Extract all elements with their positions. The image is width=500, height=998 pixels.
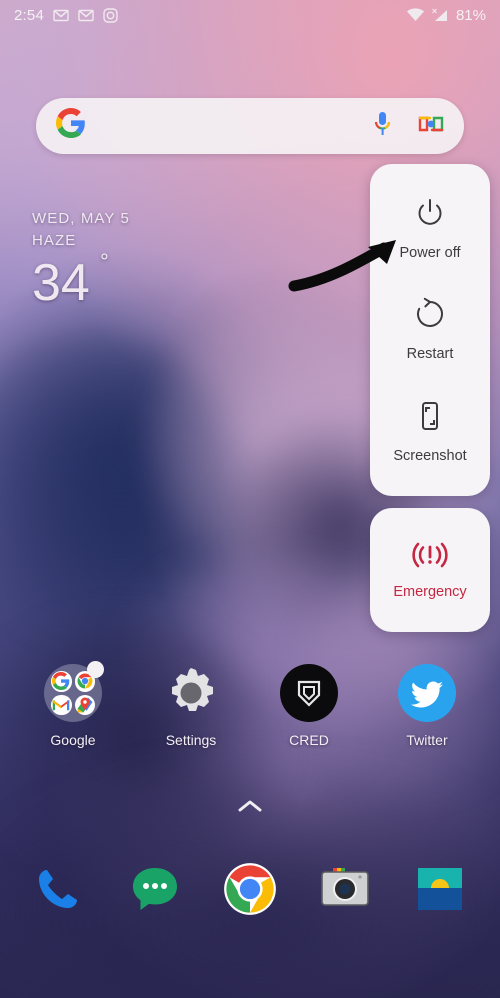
google-g-mini-icon: [51, 671, 72, 692]
restart-button[interactable]: Restart: [370, 297, 490, 362]
gmail-mini-icon: [51, 694, 72, 715]
google-search-bar[interactable]: [36, 98, 464, 154]
messages-icon[interactable]: [124, 858, 186, 920]
gmail-icon: [53, 9, 69, 22]
status-bar[interactable]: 2:54 81%: [0, 0, 500, 30]
app-label: Google: [50, 732, 96, 748]
dock: [0, 858, 500, 920]
settings-gear-icon[interactable]: [162, 664, 220, 722]
status-bar-clock: 2:54: [14, 6, 44, 24]
emergency-panel[interactable]: Emergency: [370, 508, 490, 632]
chrome-icon[interactable]: [219, 858, 281, 920]
android-home-screen: 2:54 81% WED, MAY 5 HAZE 34 ° Power off …: [0, 0, 500, 998]
chevron-up-icon[interactable]: [236, 800, 264, 818]
power-off-label: Power off: [399, 245, 461, 262]
camera-icon[interactable]: [314, 858, 376, 920]
screenshot-button[interactable]: Screenshot: [370, 399, 490, 464]
emergency-button[interactable]: Emergency: [370, 541, 490, 600]
weather-temperature: 34: [32, 254, 90, 312]
emergency-label: Emergency: [393, 583, 467, 600]
app-settings[interactable]: Settings: [143, 664, 239, 748]
battery-percentage: 81%: [455, 6, 486, 24]
app-drawer-handle[interactable]: [236, 798, 264, 819]
weather-widget[interactable]: WED, MAY 5 HAZE 34 °: [32, 210, 130, 309]
restart-label: Restart: [406, 346, 454, 363]
maps-mini-icon: [74, 694, 95, 715]
gallery-icon[interactable]: [409, 858, 471, 920]
app-cred[interactable]: CRED: [261, 664, 357, 748]
twitter-bird-icon[interactable]: [398, 664, 456, 722]
cellular-signal-off-icon: [431, 8, 450, 23]
power-menu-panel: Power off Restart Screenshot: [370, 164, 490, 496]
google-g-logo: [56, 108, 86, 144]
phone-icon[interactable]: [29, 858, 91, 920]
wifi-icon: [406, 8, 425, 22]
power-icon: [413, 196, 447, 235]
pointer-arrow-icon: [288, 234, 408, 296]
app-google-folder[interactable]: Google: [25, 661, 121, 748]
app-label: CRED: [289, 732, 329, 748]
app-label: Twitter: [406, 732, 448, 748]
restart-icon: [413, 297, 447, 336]
weather-date: WED, MAY 5: [32, 210, 130, 227]
emergency-broadcast-icon: [410, 541, 450, 574]
screenshot-icon: [413, 399, 447, 438]
google-folder-icon[interactable]: [44, 661, 104, 722]
folder-notification-badge: [87, 661, 104, 678]
degree-symbol: °: [100, 249, 109, 274]
app-twitter[interactable]: Twitter: [379, 664, 475, 748]
instagram-icon: [103, 7, 118, 23]
weather-condition: HAZE: [32, 232, 77, 249]
screenshot-label: Screenshot: [393, 447, 467, 464]
weather-temperature-wrap: 34 °: [32, 251, 109, 312]
app-grid: Google Settings CRED Twitter: [0, 661, 500, 748]
microphone-icon[interactable]: [373, 111, 392, 142]
app-label: Settings: [165, 732, 217, 748]
cred-icon[interactable]: [280, 664, 338, 722]
gmail-icon: [78, 9, 94, 22]
google-lens-camera-icon[interactable]: [418, 113, 444, 140]
